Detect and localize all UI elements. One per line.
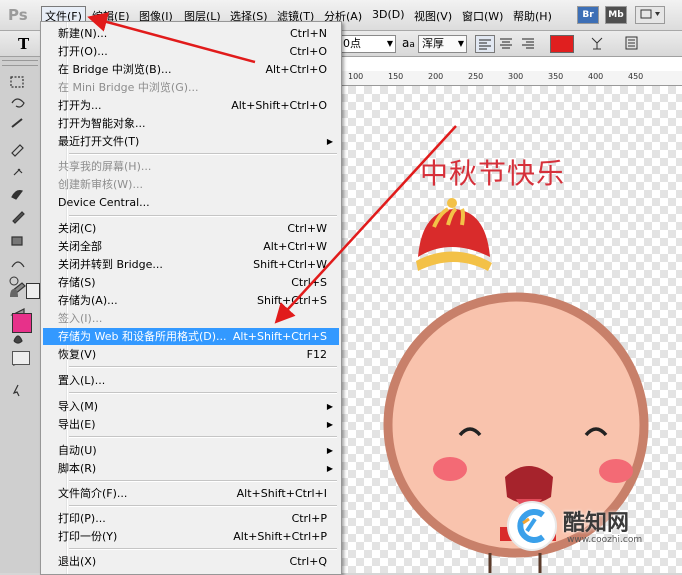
menu-item-browse-mini-bridge: 在 Mini Bridge 中浏览(G)... [58,81,199,94]
submenu-arrow-icon: ▶ [326,464,333,473]
menu-separator [69,215,337,217]
panel-icon [625,36,638,50]
align-center-icon [500,38,512,49]
foreground-color-swatch[interactable] [12,313,32,333]
menu-item-create-review: 创建新审核(W)... [58,178,143,191]
menu-item-save[interactable]: 存储(S) Ctrl+S [43,274,339,291]
zoom-tool-icon [9,276,19,286]
align-center-button[interactable] [497,35,515,51]
warp-text-icon [591,37,603,50]
menu-item-import[interactable]: 导入(M) ▶ [43,398,339,415]
menu-separator [69,436,337,438]
menu-item-open[interactable]: 打开(O)... Ctrl+O [43,43,339,60]
antialias-icon: aa [402,36,415,50]
align-right-icon [522,38,534,49]
align-right-button[interactable] [519,35,537,51]
menu-separator [69,505,337,507]
menu-item-device-central[interactable]: Device Central... [43,194,339,211]
menu-item-place[interactable]: 置入(L)... [43,372,339,389]
menu-help[interactable]: 帮助(H) [510,7,555,25]
toolbox [0,57,41,573]
left-cheek [433,457,467,481]
menu-3d[interactable]: 3D(D) [369,7,408,22]
align-left-button[interactable] [475,35,495,53]
menu-separator [69,548,337,550]
menu-item-automate[interactable]: 自动(U) ▶ [43,442,339,459]
healing-brush-icon [11,190,23,200]
submenu-arrow-icon: ▶ [326,137,333,146]
menu-separator [69,392,337,394]
menu-item-check-in: 签入(I)... [58,312,103,325]
menu-item-close-go-bridge[interactable]: 关闭并转到 Bridge... Shift+Ctrl+W [43,256,339,273]
crop-tool-icon [11,144,24,157]
right-cheek [599,459,633,483]
screen-mode-icon [640,9,660,19]
screen-mode-button[interactable] [635,6,665,24]
chevron-down-icon: ▼ [386,39,393,48]
quick-mask-button[interactable] [12,351,30,365]
menu-window[interactable]: 窗口(W) [459,7,506,25]
antialias-value: 浑厚 [422,37,444,50]
stamp-tool-icon [11,236,23,246]
submenu-arrow-icon: ▶ [326,420,333,429]
menu-item-save-for-web[interactable]: 存储为 Web 和设备所用格式(D)... Alt+Shift+Ctrl+S [43,328,339,345]
menu-item-new[interactable]: 新建(N)... Ctrl+N [43,25,339,42]
submenu-arrow-icon: ▶ [326,402,333,411]
menu-separator [69,366,337,368]
text-color-swatch[interactable] [550,35,574,53]
text-tool-icon[interactable]: T [18,35,29,53]
menu-item-revert[interactable]: 恢复(V) F12 [43,346,339,363]
warp-text-button[interactable] [588,35,606,51]
menu-item-open-as[interactable]: 打开为... Alt+Shift+Ctrl+O [43,97,339,114]
menu-item-file-info[interactable]: 文件简介(F)... Alt+Shift+Ctrl+I [43,485,339,502]
menu-item-scripts[interactable]: 脚本(R) ▶ [43,460,339,477]
menu-view[interactable]: 视图(V) [411,7,455,25]
history-brush-icon [11,261,25,268]
menu-item-share-screen: 共享我的屏幕(H)... [58,160,152,173]
menu-separator [69,480,337,482]
menu-item-save-as[interactable]: 存储为(A)... Shift+Ctrl+S [43,292,339,309]
menu-item-open-smart-object[interactable]: 打开为智能对象... [43,115,339,132]
font-size-field[interactable]: 0点 ▼ [340,35,396,53]
path-select-tool-icon [12,384,20,397]
menu-item-print[interactable]: 打印(P)... Ctrl+P [43,510,339,527]
bridge-button[interactable]: Br [577,6,599,24]
watermark-url: www.coozhi.com [567,535,643,545]
hand-tool-icon [10,289,18,297]
photoshop-logo: Ps [8,6,28,24]
antialias-select[interactable]: 浑厚 ▼ [418,35,467,53]
align-left-icon [479,39,491,50]
character-panel-button[interactable] [623,35,641,51]
hat-icon [416,198,492,271]
minibridge-button[interactable]: Mb [605,6,627,24]
menu-item-recent-files[interactable]: 最近打开文件(T) ▶ [43,133,339,150]
brush-tool-icon [12,211,25,224]
chevron-down-icon: ▼ [457,39,464,48]
marquee-tool-icon [10,76,24,88]
menu-item-exit[interactable]: 退出(X) Ctrl+Q [43,553,339,570]
quick-select-tool-icon [11,118,23,128]
watermark: 酷知网 www.coozhi.com [505,495,675,555]
eyedropper-tool-icon [13,168,23,176]
menu-separator [69,153,337,155]
watermark-brand: 酷知网 [563,511,630,536]
lasso-tool-icon [11,98,25,108]
menu-item-close-all[interactable]: 关闭全部 Alt+Ctrl+W [43,238,339,255]
toolbox-grip[interactable] [2,60,38,66]
blur-tool-icon [13,335,23,344]
hand-zoom-icons [9,276,19,297]
submenu-arrow-icon: ▶ [326,446,333,455]
menu-item-export[interactable]: 导出(E) ▶ [43,416,339,433]
menu-item-browse-bridge[interactable]: 在 Bridge 中浏览(B)... Alt+Ctrl+O [43,61,339,78]
coozhi-logo-icon [507,501,557,551]
menu-item-close[interactable]: 关闭(C) Ctrl+W [43,220,339,237]
file-menu-dropdown: 新建(N)... Ctrl+N 打开(O)... Ctrl+O 在 Bridge 中… [40,21,342,575]
menu-item-print-one-copy[interactable]: 打印一份(Y) Alt+Shift+Ctrl+P [43,528,339,545]
font-size-value: 0点 [343,37,361,50]
